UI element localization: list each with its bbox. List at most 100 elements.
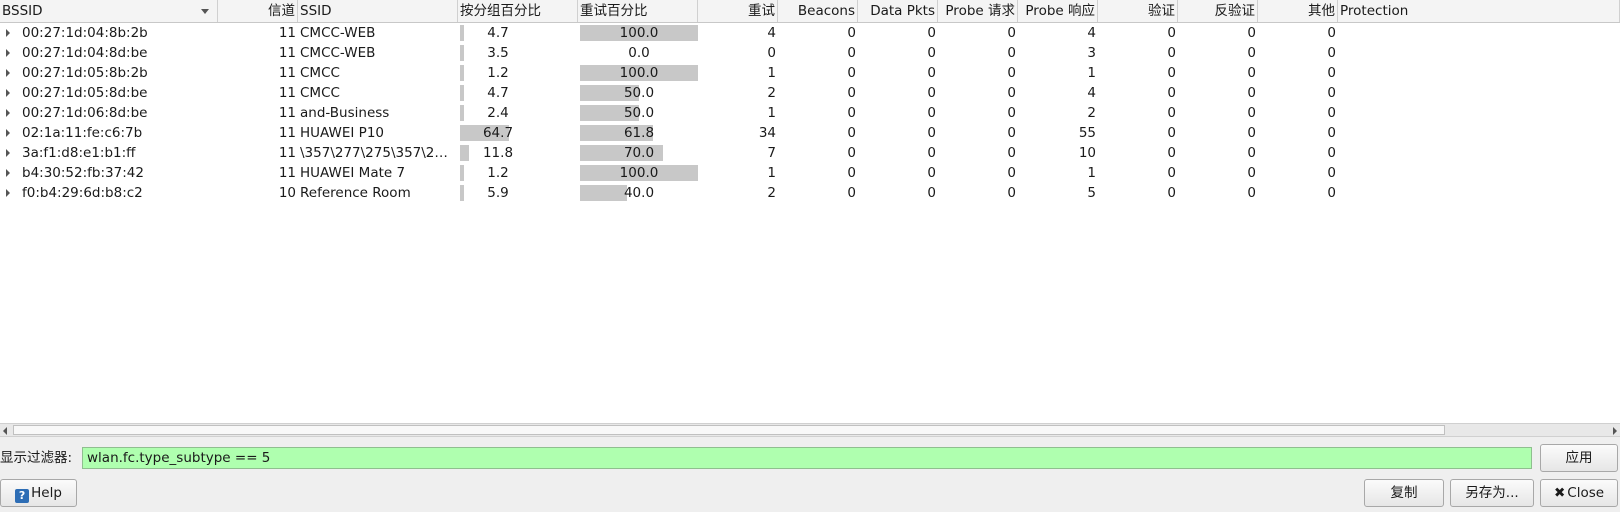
cell-pct-retry: 40.0 (580, 185, 698, 201)
column-header-protection[interactable]: Protection (1338, 0, 1620, 22)
cell-pct-packets: 64.7 (460, 125, 536, 141)
table-row[interactable]: f0:b4:29:6d:b8:c2 10 Reference Room 5.9 40.0… (0, 183, 1620, 203)
cell-bssid: 00:27:1d:04:8d:be (22, 45, 148, 61)
cell-pct-packets: 1.2 (460, 165, 536, 181)
expander-triangle-icon[interactable] (6, 109, 10, 117)
horizontal-scrollbar[interactable] (0, 423, 1620, 437)
cell-probe-req: 0 (1007, 65, 1016, 81)
cell-deauth: 0 (1247, 65, 1256, 81)
help-button[interactable]: ? Help (0, 479, 77, 507)
cell-beacons: 0 (847, 85, 856, 101)
cell-channel: 11 (278, 85, 296, 101)
expander-triangle-icon[interactable] (6, 189, 10, 197)
wlan-traffic-table: BSSID 信道 SSID 按分组百分比 重试百分比 重试 Beacons Data Pkts… (0, 0, 1620, 423)
column-header-probe-resp[interactable]: Probe 响应 (1018, 0, 1098, 22)
expander-triangle-icon[interactable] (6, 69, 10, 77)
expander-triangle-icon[interactable] (6, 129, 10, 137)
cell-ssid: HUAWEI P10 (300, 125, 384, 141)
scroll-right-icon[interactable] (1613, 427, 1617, 435)
column-header-bssid[interactable]: BSSID (0, 0, 218, 22)
cell-beacons: 0 (847, 145, 856, 161)
cell-pct-packets: 5.9 (460, 185, 536, 201)
percent-value: 0.0 (628, 45, 650, 61)
cell-pct-packets: 3.5 (460, 45, 536, 61)
column-header-beacons[interactable]: Beacons (778, 0, 858, 22)
expander-triangle-icon[interactable] (6, 149, 10, 157)
close-button[interactable]: ✖ Close (1540, 479, 1618, 507)
table-row[interactable]: b4:30:52:fb:37:42 11 HUAWEI Mate 7 1.2 100.0… (0, 163, 1620, 183)
column-header-ssid[interactable]: SSID (298, 0, 458, 22)
cell-pct-retry: 100.0 (580, 165, 698, 181)
column-header-label: 反验证 (1214, 3, 1256, 19)
cell-bssid: 00:27:1d:04:8b:2b (22, 25, 148, 41)
table-row[interactable]: 00:27:1d:05:8b:2b 11 CMCC 1.2 100.0 1 0 0 0 1 0 0 0 (0, 63, 1620, 83)
cell-retry: 1 (767, 165, 776, 181)
apply-button[interactable]: 应用 (1540, 444, 1618, 472)
display-filter-input[interactable] (82, 447, 1532, 469)
table-row[interactable]: 00:27:1d:04:8b:2b 11 CMCC-WEB 4.7 100.0 4 0 0 0 4… (0, 23, 1620, 43)
cell-channel: 10 (278, 185, 296, 201)
cell-beacons: 0 (847, 25, 856, 41)
expander-triangle-icon[interactable] (6, 169, 10, 177)
cell-protection (1338, 123, 1620, 143)
column-header-data-pkts[interactable]: Data Pkts (858, 0, 938, 22)
copy-button[interactable]: 复制 (1364, 479, 1444, 507)
column-header-other[interactable]: 其他 (1258, 0, 1338, 22)
cell-auth: 0 (1167, 105, 1176, 121)
cell-probe-resp: 1 (1087, 65, 1096, 81)
column-header-label: Protection (1340, 3, 1409, 19)
cell-beacons: 0 (847, 165, 856, 181)
table-row[interactable]: 3a:f1:d8:e1:b1:ff 11 \357\277\275\357\2… 11… (0, 143, 1620, 163)
cell-bssid: f0:b4:29:6d:b8:c2 (22, 185, 143, 201)
cell-pct-packets: 2.4 (460, 105, 536, 121)
column-header-channel[interactable]: 信道 (218, 0, 298, 22)
cell-other: 0 (1327, 85, 1336, 101)
expander-triangle-icon[interactable] (6, 49, 10, 57)
cell-retry: 34 (758, 125, 776, 141)
cell-protection (1338, 63, 1620, 83)
cell-protection (1338, 143, 1620, 163)
cell-auth: 0 (1167, 145, 1176, 161)
column-header-deauth[interactable]: 反验证 (1178, 0, 1258, 22)
table-row[interactable]: 00:27:1d:06:8d:be 11 and-Business 2.4 50.0 1 0… (0, 103, 1620, 123)
cell-probe-req: 0 (1007, 85, 1016, 101)
column-header-label: 重试 (748, 3, 775, 19)
cell-beacons: 0 (847, 185, 856, 201)
cell-protection (1338, 83, 1620, 103)
percent-value: 3.5 (487, 45, 509, 61)
scroll-left-icon[interactable] (3, 427, 7, 435)
cell-pct-retry: 50.0 (580, 85, 698, 101)
column-header-pct-packets[interactable]: 按分组百分比 (458, 0, 578, 22)
cell-data-pkts: 0 (927, 105, 936, 121)
cell-deauth: 0 (1247, 125, 1256, 141)
cell-ssid: Reference Room (300, 185, 411, 201)
save-as-button[interactable]: 另存为... (1450, 479, 1534, 507)
cell-ssid: CMCC (300, 85, 340, 101)
expander-triangle-icon[interactable] (6, 29, 10, 37)
display-filter-label: 显示过滤器: (0, 450, 73, 466)
cell-probe-resp: 5 (1087, 185, 1096, 201)
cell-channel: 11 (278, 145, 296, 161)
cell-other: 0 (1327, 45, 1336, 61)
cell-pct-retry: 100.0 (580, 25, 698, 41)
column-header-retry[interactable]: 重试 (698, 0, 778, 22)
scrollbar-thumb[interactable] (13, 425, 1445, 435)
cell-bssid: b4:30:52:fb:37:42 (22, 165, 144, 181)
percent-value: 100.0 (619, 65, 659, 81)
percent-value: 2.4 (487, 105, 509, 121)
cell-pct-retry: 50.0 (580, 105, 698, 121)
percent-value: 4.7 (487, 85, 509, 101)
column-header-probe-req[interactable]: Probe 请求 (938, 0, 1018, 22)
expander-triangle-icon[interactable] (6, 89, 10, 97)
column-header-pct-retry[interactable]: 重试百分比 (578, 0, 698, 22)
column-header-auth[interactable]: 验证 (1098, 0, 1178, 22)
cell-auth: 0 (1167, 185, 1176, 201)
table-row[interactable]: 02:1a:11:fe:c6:7b 11 HUAWEI P10 64.7 61.8 34 0… (0, 123, 1620, 143)
cell-retry: 0 (767, 45, 776, 61)
table-row[interactable]: 00:27:1d:04:8d:be 11 CMCC-WEB 3.5 0.0 0 0 0 0 3 0 0… (0, 43, 1620, 63)
cell-other: 0 (1327, 65, 1336, 81)
percent-value: 1.2 (487, 165, 509, 181)
table-row[interactable]: 00:27:1d:05:8d:be 11 CMCC 4.7 50.0 2 0 0 0 4 0 0 0 (0, 83, 1620, 103)
cell-retry: 2 (767, 85, 776, 101)
cell-auth: 0 (1167, 85, 1176, 101)
